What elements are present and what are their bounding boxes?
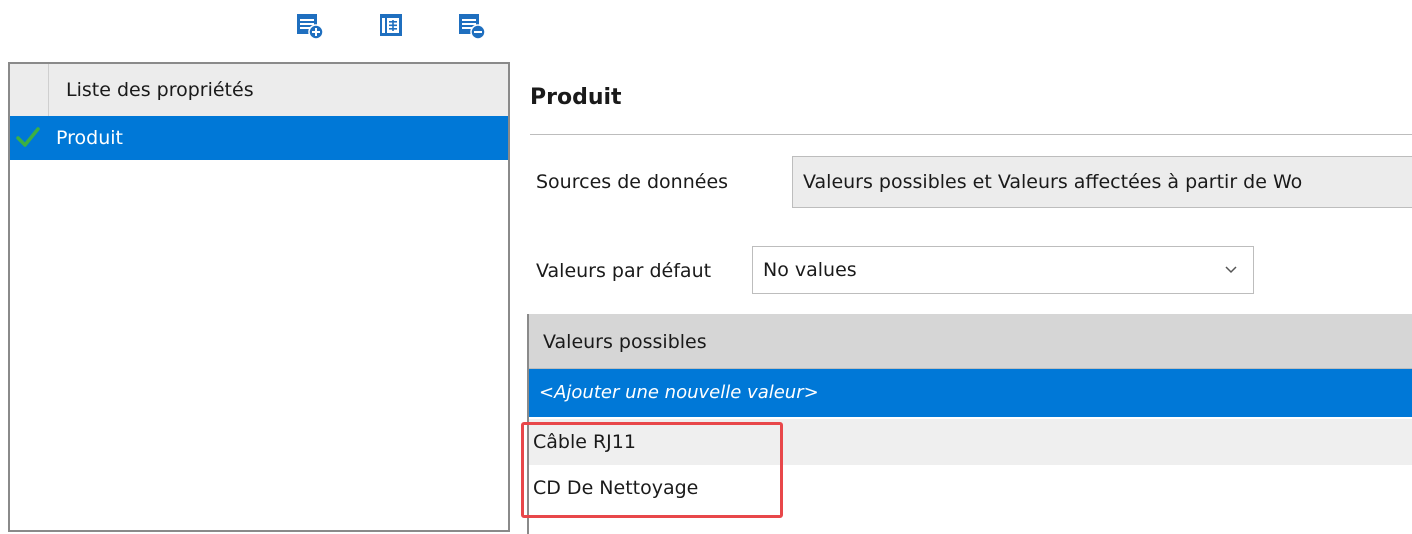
add-new-value-row[interactable]: <Ajouter une nouvelle valeur>: [529, 369, 1412, 417]
property-item-produit[interactable]: Produit: [10, 116, 508, 160]
chevron-down-icon: [1225, 266, 1237, 274]
table-row[interactable]: CD De Nettoyage: [529, 465, 1412, 511]
title-divider: [530, 134, 1412, 135]
grid-header-label: Valeurs possibles: [543, 331, 707, 353]
grid-header: Valeurs possibles: [529, 314, 1412, 369]
add-table-icon: [297, 14, 324, 40]
row-value: CD De Nettoyage: [533, 477, 699, 499]
default-values-dropdown[interactable]: No values: [752, 246, 1254, 294]
property-list-panel: Liste des propriétés Produit: [8, 62, 510, 532]
header-gutter: [10, 64, 49, 116]
table-row[interactable]: Câble RJ11: [529, 419, 1412, 465]
remove-table-button[interactable]: [454, 8, 488, 42]
default-values-label: Valeurs par défaut: [536, 260, 712, 282]
add-new-value-label: <Ajouter une nouvelle valeur>: [539, 382, 819, 403]
add-table-button[interactable]: [292, 8, 326, 42]
property-title: Produit: [530, 85, 622, 110]
check-icon: [16, 127, 40, 147]
property-list-title: Liste des propriétés: [66, 79, 254, 101]
property-item-label: Produit: [56, 127, 123, 149]
data-source-field[interactable]: Valeurs possibles et Valeurs affectées à…: [792, 156, 1412, 208]
default-values-selected: No values: [763, 259, 857, 281]
data-source-value: Valeurs possibles et Valeurs affectées à…: [803, 171, 1303, 193]
property-list-header: Liste des propriétés: [10, 64, 508, 117]
table-properties-button[interactable]: [374, 8, 408, 42]
data-source-label: Sources de données: [536, 171, 729, 193]
table-properties-icon: [380, 14, 402, 36]
row-value: Câble RJ11: [533, 431, 636, 453]
remove-table-icon: [459, 14, 486, 40]
